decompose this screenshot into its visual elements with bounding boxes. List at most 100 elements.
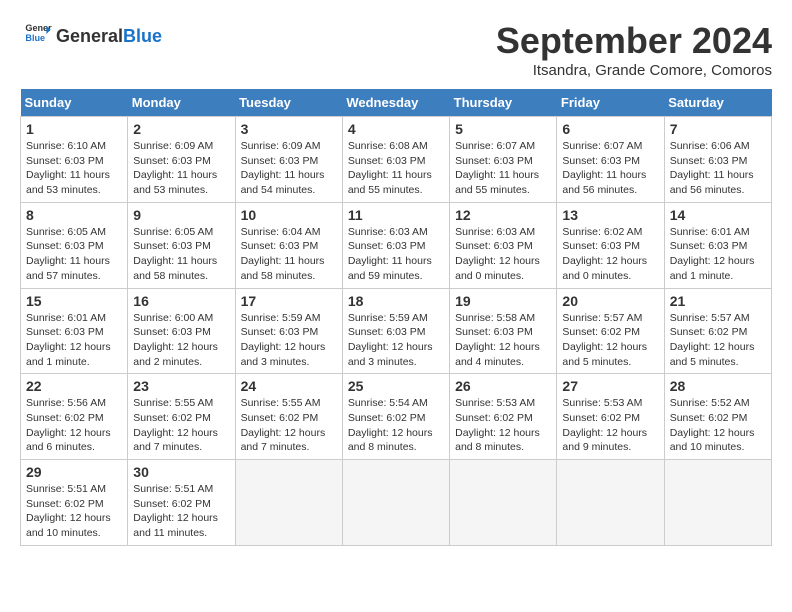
day-number: 14 xyxy=(670,207,766,223)
day-info: Sunrise: 5:54 AM Sunset: 6:02 PM Dayligh… xyxy=(348,396,444,455)
week-row-2: 8 Sunrise: 6:05 AM Sunset: 6:03 PM Dayli… xyxy=(21,202,772,288)
day-info: Sunrise: 5:51 AM Sunset: 6:02 PM Dayligh… xyxy=(26,482,122,541)
day-number: 7 xyxy=(670,121,766,137)
table-row xyxy=(342,460,449,546)
col-thursday: Thursday xyxy=(450,89,557,117)
day-info: Sunrise: 5:53 AM Sunset: 6:02 PM Dayligh… xyxy=(455,396,551,455)
header: General Blue GeneralBlue September 2024 … xyxy=(20,20,772,79)
day-number: 17 xyxy=(241,293,337,309)
location-subtitle: Itsandra, Grande Comore, Comoros xyxy=(496,62,772,79)
table-row xyxy=(557,460,664,546)
table-row: 14 Sunrise: 6:01 AM Sunset: 6:03 PM Dayl… xyxy=(664,202,771,288)
day-info: Sunrise: 6:06 AM Sunset: 6:03 PM Dayligh… xyxy=(670,139,766,198)
table-row: 27 Sunrise: 5:53 AM Sunset: 6:02 PM Dayl… xyxy=(557,374,664,460)
table-row: 12 Sunrise: 6:03 AM Sunset: 6:03 PM Dayl… xyxy=(450,202,557,288)
day-number: 3 xyxy=(241,121,337,137)
day-number: 6 xyxy=(562,121,658,137)
day-number: 2 xyxy=(133,121,229,137)
table-row: 25 Sunrise: 5:54 AM Sunset: 6:02 PM Dayl… xyxy=(342,374,449,460)
day-number: 29 xyxy=(26,464,122,480)
table-row: 16 Sunrise: 6:00 AM Sunset: 6:03 PM Dayl… xyxy=(128,288,235,374)
day-info: Sunrise: 5:57 AM Sunset: 6:02 PM Dayligh… xyxy=(670,311,766,370)
day-number: 28 xyxy=(670,378,766,394)
table-row: 24 Sunrise: 5:55 AM Sunset: 6:02 PM Dayl… xyxy=(235,374,342,460)
table-row: 19 Sunrise: 5:58 AM Sunset: 6:03 PM Dayl… xyxy=(450,288,557,374)
day-number: 24 xyxy=(241,378,337,394)
table-row: 13 Sunrise: 6:02 AM Sunset: 6:03 PM Dayl… xyxy=(557,202,664,288)
table-row: 3 Sunrise: 6:09 AM Sunset: 6:03 PM Dayli… xyxy=(235,117,342,203)
svg-text:Blue: Blue xyxy=(25,33,45,43)
day-number: 30 xyxy=(133,464,229,480)
table-row: 1 Sunrise: 6:10 AM Sunset: 6:03 PM Dayli… xyxy=(21,117,128,203)
day-number: 27 xyxy=(562,378,658,394)
day-number: 22 xyxy=(26,378,122,394)
day-number: 23 xyxy=(133,378,229,394)
day-number: 25 xyxy=(348,378,444,394)
day-number: 5 xyxy=(455,121,551,137)
day-info: Sunrise: 6:05 AM Sunset: 6:03 PM Dayligh… xyxy=(26,225,122,284)
day-info: Sunrise: 5:52 AM Sunset: 6:02 PM Dayligh… xyxy=(670,396,766,455)
table-row xyxy=(664,460,771,546)
day-info: Sunrise: 6:01 AM Sunset: 6:03 PM Dayligh… xyxy=(26,311,122,370)
title-area: September 2024 Itsandra, Grande Comore, … xyxy=(496,20,772,79)
week-row-1: 1 Sunrise: 6:10 AM Sunset: 6:03 PM Dayli… xyxy=(21,117,772,203)
header-row: Sunday Monday Tuesday Wednesday Thursday… xyxy=(21,89,772,117)
day-number: 12 xyxy=(455,207,551,223)
day-number: 13 xyxy=(562,207,658,223)
day-number: 11 xyxy=(348,207,444,223)
table-row: 6 Sunrise: 6:07 AM Sunset: 6:03 PM Dayli… xyxy=(557,117,664,203)
col-wednesday: Wednesday xyxy=(342,89,449,117)
table-row xyxy=(235,460,342,546)
day-info: Sunrise: 6:10 AM Sunset: 6:03 PM Dayligh… xyxy=(26,139,122,198)
table-row: 2 Sunrise: 6:09 AM Sunset: 6:03 PM Dayli… xyxy=(128,117,235,203)
week-row-5: 29 Sunrise: 5:51 AM Sunset: 6:02 PM Dayl… xyxy=(21,460,772,546)
table-row: 23 Sunrise: 5:55 AM Sunset: 6:02 PM Dayl… xyxy=(128,374,235,460)
day-number: 4 xyxy=(348,121,444,137)
day-number: 26 xyxy=(455,378,551,394)
table-row: 21 Sunrise: 5:57 AM Sunset: 6:02 PM Dayl… xyxy=(664,288,771,374)
week-row-4: 22 Sunrise: 5:56 AM Sunset: 6:02 PM Dayl… xyxy=(21,374,772,460)
table-row: 20 Sunrise: 5:57 AM Sunset: 6:02 PM Dayl… xyxy=(557,288,664,374)
logo: General Blue GeneralBlue xyxy=(20,20,162,53)
col-saturday: Saturday xyxy=(664,89,771,117)
day-info: Sunrise: 5:56 AM Sunset: 6:02 PM Dayligh… xyxy=(26,396,122,455)
col-friday: Friday xyxy=(557,89,664,117)
logo-icon: General Blue xyxy=(24,20,52,48)
table-row: 26 Sunrise: 5:53 AM Sunset: 6:02 PM Dayl… xyxy=(450,374,557,460)
day-number: 9 xyxy=(133,207,229,223)
logo-blue: Blue xyxy=(123,26,162,46)
table-row: 8 Sunrise: 6:05 AM Sunset: 6:03 PM Dayli… xyxy=(21,202,128,288)
table-row: 30 Sunrise: 5:51 AM Sunset: 6:02 PM Dayl… xyxy=(128,460,235,546)
table-row: 29 Sunrise: 5:51 AM Sunset: 6:02 PM Dayl… xyxy=(21,460,128,546)
day-info: Sunrise: 5:55 AM Sunset: 6:02 PM Dayligh… xyxy=(241,396,337,455)
day-number: 15 xyxy=(26,293,122,309)
day-info: Sunrise: 6:07 AM Sunset: 6:03 PM Dayligh… xyxy=(562,139,658,198)
day-info: Sunrise: 5:59 AM Sunset: 6:03 PM Dayligh… xyxy=(348,311,444,370)
table-row: 9 Sunrise: 6:05 AM Sunset: 6:03 PM Dayli… xyxy=(128,202,235,288)
day-info: Sunrise: 6:07 AM Sunset: 6:03 PM Dayligh… xyxy=(455,139,551,198)
col-monday: Monday xyxy=(128,89,235,117)
table-row: 5 Sunrise: 6:07 AM Sunset: 6:03 PM Dayli… xyxy=(450,117,557,203)
day-info: Sunrise: 6:03 AM Sunset: 6:03 PM Dayligh… xyxy=(348,225,444,284)
day-info: Sunrise: 5:51 AM Sunset: 6:02 PM Dayligh… xyxy=(133,482,229,541)
day-info: Sunrise: 6:01 AM Sunset: 6:03 PM Dayligh… xyxy=(670,225,766,284)
day-info: Sunrise: 6:02 AM Sunset: 6:03 PM Dayligh… xyxy=(562,225,658,284)
day-number: 1 xyxy=(26,121,122,137)
day-number: 10 xyxy=(241,207,337,223)
day-number: 8 xyxy=(26,207,122,223)
table-row: 15 Sunrise: 6:01 AM Sunset: 6:03 PM Dayl… xyxy=(21,288,128,374)
day-info: Sunrise: 6:09 AM Sunset: 6:03 PM Dayligh… xyxy=(241,139,337,198)
day-info: Sunrise: 5:53 AM Sunset: 6:02 PM Dayligh… xyxy=(562,396,658,455)
day-info: Sunrise: 6:04 AM Sunset: 6:03 PM Dayligh… xyxy=(241,225,337,284)
month-title: September 2024 xyxy=(496,20,772,62)
day-info: Sunrise: 5:59 AM Sunset: 6:03 PM Dayligh… xyxy=(241,311,337,370)
day-info: Sunrise: 5:58 AM Sunset: 6:03 PM Dayligh… xyxy=(455,311,551,370)
day-number: 20 xyxy=(562,293,658,309)
col-sunday: Sunday xyxy=(21,89,128,117)
table-row: 17 Sunrise: 5:59 AM Sunset: 6:03 PM Dayl… xyxy=(235,288,342,374)
table-row xyxy=(450,460,557,546)
week-row-3: 15 Sunrise: 6:01 AM Sunset: 6:03 PM Dayl… xyxy=(21,288,772,374)
calendar-table: Sunday Monday Tuesday Wednesday Thursday… xyxy=(20,89,772,546)
table-row: 28 Sunrise: 5:52 AM Sunset: 6:02 PM Dayl… xyxy=(664,374,771,460)
table-row: 4 Sunrise: 6:08 AM Sunset: 6:03 PM Dayli… xyxy=(342,117,449,203)
